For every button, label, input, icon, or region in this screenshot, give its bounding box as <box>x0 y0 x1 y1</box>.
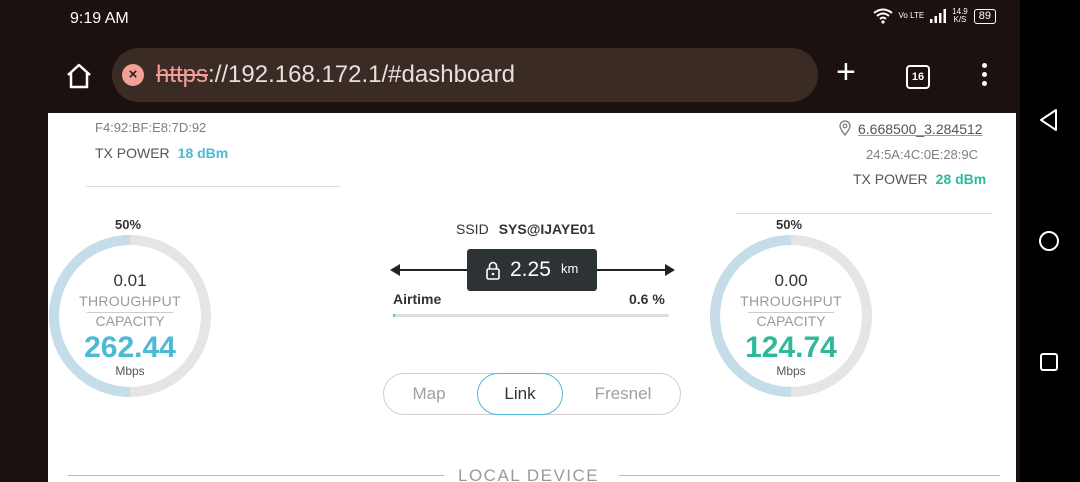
new-tab-icon[interactable]: + <box>836 52 856 92</box>
airtime-value: 0.6 % <box>629 291 665 307</box>
distance-unit: km <box>561 261 579 276</box>
left-capacity-label: CAPACITY <box>95 313 165 329</box>
left-tx-power-label: TX POWER <box>95 145 170 161</box>
left-capacity-unit: Mbps <box>115 364 145 378</box>
airtime-bar <box>393 314 669 317</box>
system-nav-bar <box>1020 0 1080 482</box>
divider <box>736 213 992 214</box>
wifi-icon <box>872 8 893 24</box>
insecure-icon[interactable]: × <box>122 64 144 86</box>
right-tx-power-label: TX POWER <box>853 171 928 187</box>
url-path: ://192.168.172.1/#dashboard <box>208 61 515 88</box>
left-device-mac: F4:92:BF:E8:7D:92 <box>95 120 207 135</box>
link-arrow-left <box>390 264 400 276</box>
right-capacity-gauge: 0.00 THROUGHPUT CAPACITY 124.74 Mbps <box>706 231 876 401</box>
status-bar: 9:19 AM Vo LTE 14.9 K/S 89 <box>0 0 1020 38</box>
nav-home-icon[interactable] <box>1038 230 1060 252</box>
overflow-menu-icon[interactable] <box>978 63 990 90</box>
left-throughput-value: 0.01 <box>113 271 147 290</box>
right-device-mac: 24:5A:4C:0E:28:9C <box>866 147 979 162</box>
section-header: LOCAL DEVICE <box>68 458 1000 482</box>
left-gauge-percent: 50% <box>115 217 142 232</box>
distance-value: 2.25 <box>510 258 551 281</box>
tab-map[interactable]: Map <box>384 374 474 414</box>
right-capacity-value: 124.74 <box>745 331 837 364</box>
volte-indicator: Vo LTE <box>898 11 925 20</box>
divider <box>68 475 444 476</box>
left-throughput-label: THROUGHPUT <box>79 293 181 309</box>
link-arrow-right <box>665 264 675 276</box>
divider <box>86 186 340 187</box>
signal-icon <box>930 9 947 23</box>
nav-recents-icon[interactable] <box>1038 351 1060 373</box>
location-pin-icon <box>839 120 851 137</box>
airtime-label: Airtime <box>393 291 442 307</box>
view-switcher: Map Link Fresnel <box>383 373 681 415</box>
left-tx-power-value: 18 dBm <box>177 145 229 161</box>
airtime-bar-fill <box>393 314 395 317</box>
tab-fresnel[interactable]: Fresnel <box>570 374 676 414</box>
nav-back-icon[interactable] <box>1038 108 1060 132</box>
address-bar[interactable]: × https://192.168.172.1/#dashboard <box>112 48 818 102</box>
right-throughput-value: 0.00 <box>774 271 808 290</box>
lock-icon <box>486 261 500 280</box>
right-tx-power: TX POWER 28 dBm <box>853 171 986 187</box>
dashboard-page: F4:92:BF:E8:7D:92 TX POWER 18 dBm 6.66850… <box>48 113 1016 482</box>
ssid-value: SYS@IJAYE01 <box>498 221 596 237</box>
system-icons: Vo LTE 14.9 K/S 89 <box>872 8 996 24</box>
url-scheme: https <box>156 61 209 88</box>
url-text[interactable]: https://192.168.172.1/#dashboard <box>156 61 515 89</box>
right-gauge-percent: 50% <box>776 217 803 232</box>
coordinates-text: 6.668500_3.284512 <box>858 121 983 137</box>
right-tx-power-value: 28 dBm <box>935 171 987 187</box>
right-throughput-label: THROUGHPUT <box>740 293 842 309</box>
divider <box>619 475 1000 476</box>
left-tx-power: TX POWER 18 dBm <box>95 145 228 161</box>
tab-link[interactable]: Link <box>477 373 563 415</box>
section-title: LOCAL DEVICE <box>458 466 600 482</box>
right-capacity-unit: Mbps <box>776 364 806 378</box>
network-speed: 14.9 K/S <box>952 8 968 24</box>
link-distance-badge: 2.25 km <box>467 249 597 291</box>
network-speed-unit: K/S <box>953 15 967 24</box>
right-capacity-label: CAPACITY <box>756 313 826 329</box>
browser-toolbar: × https://192.168.172.1/#dashboard + 16 <box>0 38 1020 113</box>
tab-switcher-icon[interactable]: 16 <box>906 65 930 89</box>
home-icon[interactable] <box>64 62 94 90</box>
battery-indicator: 89 <box>973 8 996 24</box>
left-capacity-value: 262.44 <box>84 331 176 364</box>
ssid-row: SSID SYS@IJAYE01 <box>456 221 595 237</box>
left-capacity-gauge: 0.01 THROUGHPUT CAPACITY 262.44 Mbps <box>48 231 215 401</box>
ssid-label: SSID <box>456 221 489 237</box>
status-time: 9:19 AM <box>70 10 129 27</box>
right-device-coordinates[interactable]: 6.668500_3.284512 <box>838 120 983 137</box>
